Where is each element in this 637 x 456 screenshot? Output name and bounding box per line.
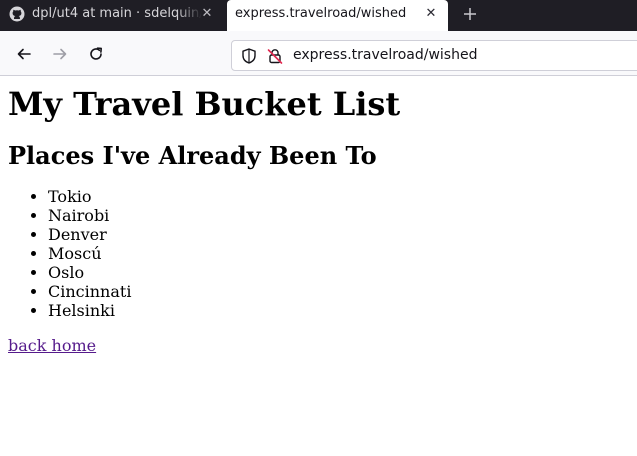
tab-express-travelroad[interactable]: express.travelroad/wished ✕: [227, 0, 448, 31]
plus-icon: [464, 8, 476, 20]
forward-button[interactable]: [48, 42, 72, 66]
github-icon: [9, 6, 25, 22]
reload-icon: [90, 47, 102, 60]
close-icon[interactable]: ✕: [199, 5, 215, 21]
section-heading: Places I've Already Been To: [8, 141, 377, 170]
back-home-link[interactable]: back home: [8, 336, 96, 355]
list-item: Oslo: [48, 263, 628, 282]
tab-github[interactable]: dpl/ut4 at main · sdelquin/dpl ✕: [0, 0, 222, 29]
list-item: Tokio: [48, 187, 628, 206]
page-content: My Travel Bucket List Places I've Alread…: [8, 77, 628, 355]
arrow-right-icon: [53, 48, 67, 60]
shield-icon[interactable]: [240, 47, 258, 65]
url-text[interactable]: express.travelroad/wished: [293, 47, 477, 63]
url-bar[interactable]: express.travelroad/wished: [231, 40, 637, 71]
close-icon[interactable]: ✕: [423, 5, 439, 21]
back-home-paragraph: back home: [8, 336, 628, 355]
list-item: Helsinki: [48, 301, 628, 320]
nav-toolbar: express.travelroad/wished: [0, 31, 637, 76]
arrow-left-icon: [17, 48, 31, 60]
page-title: My Travel Bucket List: [8, 85, 401, 123]
tab-title: express.travelroad/wished: [235, 6, 407, 21]
list-item: Denver: [48, 225, 628, 244]
list-item: Moscú: [48, 244, 628, 263]
list-item: Cincinnati: [48, 282, 628, 301]
reload-button[interactable]: [84, 42, 108, 66]
tab-title: dpl/ut4 at main · sdelquin/dpl: [32, 6, 202, 21]
back-button[interactable]: [12, 42, 36, 66]
list-item: Nairobi: [48, 206, 628, 225]
new-tab-button[interactable]: [459, 3, 481, 25]
places-list: Tokio Nairobi Denver Moscú Oslo Cincinna…: [8, 187, 628, 320]
tab-strip: dpl/ut4 at main · sdelquin/dpl ✕ express…: [0, 0, 637, 33]
insecure-lock-icon[interactable]: [266, 47, 284, 65]
